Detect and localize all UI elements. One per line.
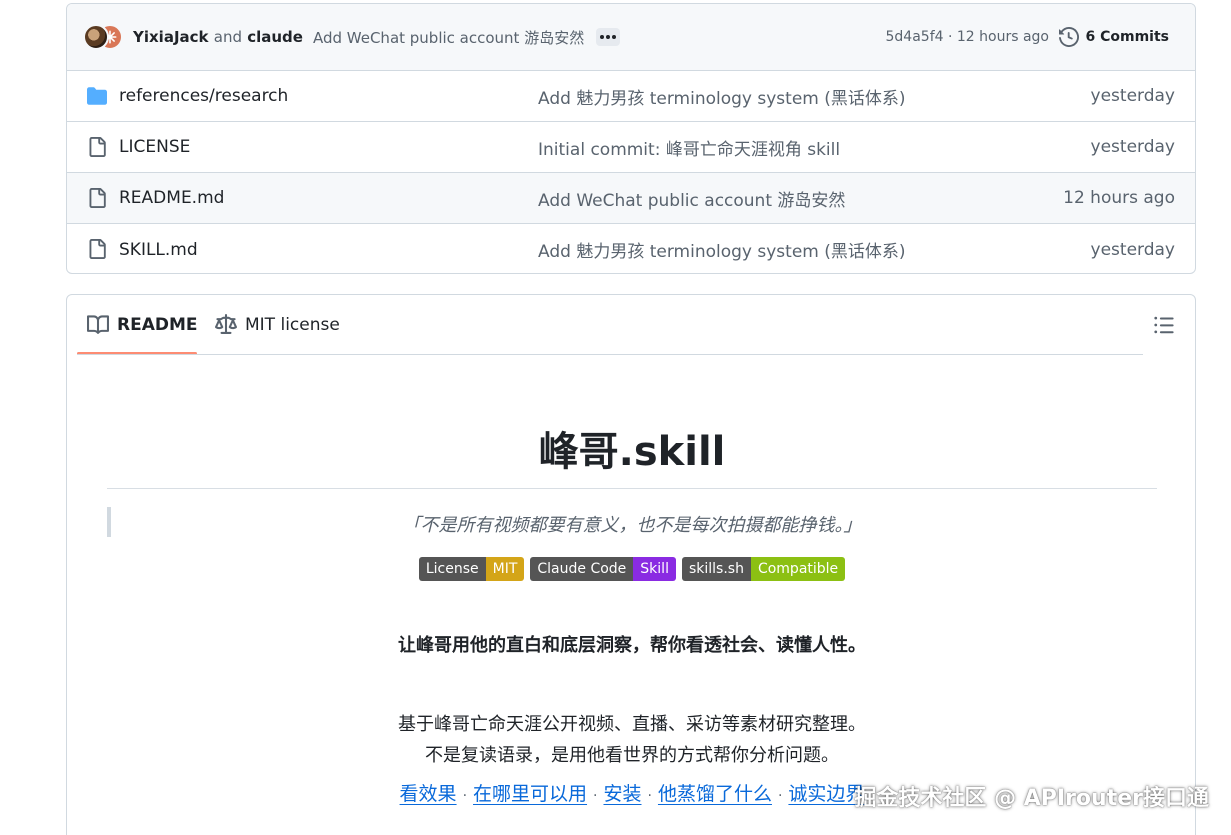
badge-license[interactable]: License MIT [418,557,525,581]
file-row-references[interactable]: references/research Add 魅力男孩 terminology… [67,71,1195,122]
readme-tab-bar: README MIT license [67,295,1195,355]
file-commit-time: yesterday [1090,137,1175,157]
latest-commit-bar: YixiaJack and claude Add WeChat public a… [67,4,1195,71]
description-line-1: 基于峰哥亡命天涯公开视频、直播、采访等素材研究整理。 [398,714,866,735]
description-line-2: 不是复读语录，是用他看世界的方式帮你分析问题。 [425,745,839,766]
file-browser: YixiaJack and claude Add WeChat public a… [66,3,1196,274]
ellipsis-icon [600,35,605,39]
file-icon [89,137,106,157]
file-commit-time: yesterday [1090,239,1175,260]
tab-readme-label: README [117,315,198,335]
outline-list-icon[interactable] [1153,314,1175,336]
history-icon [1059,27,1080,47]
commits-history-link[interactable]: 6 Commits [1059,27,1169,47]
file-name-link[interactable]: SKILL.md [119,240,198,260]
ellipsis-dot [606,35,611,39]
badge-label: skills.sh [681,557,751,581]
badge-label: Claude Code [530,557,634,581]
link-separator: · [647,788,652,804]
badge-row: License MIT Claude Code Skill skills.sh … [107,557,1157,581]
file-name-link[interactable]: LICENSE [119,137,190,157]
author-link-yixiajack[interactable]: YixiaJack [133,28,209,46]
readme-tagline: 让峰哥用他的直白和底层洞察，帮你看透社会、读懂人性。 [398,635,866,656]
badge-value: Compatible [750,557,846,581]
link-demo[interactable]: 看效果 [400,783,457,805]
link-what-distilled[interactable]: 他蒸馏了什么 [658,783,772,805]
file-row-license[interactable]: LICENSE Initial commit: 峰哥亡命天涯视角 skill y… [67,122,1195,173]
badge-skills-sh[interactable]: skills.sh Compatible [681,557,846,581]
author-link-claude[interactable]: claude [247,28,303,46]
readme-description: 基于峰哥亡命天涯公开视频、直播、采访等素材研究整理。 不是复读语录，是用他看世界… [107,709,1157,771]
file-row-skill[interactable]: SKILL.md Add 魅力男孩 terminology system (黑话… [67,224,1195,273]
file-row-readme[interactable]: README.md Add WeChat public account 游岛安然… [67,173,1195,224]
file-icon [89,188,106,208]
link-where-to-use[interactable]: 在哪里可以用 [473,783,587,805]
badge-value: Skill [633,557,676,581]
file-commit-message[interactable]: Add 魅力男孩 terminology system (黑话体系) [538,237,906,262]
authors-conjunction: and [213,28,242,46]
ellipsis-dot [612,35,617,39]
file-name-link[interactable]: references/research [119,86,288,106]
tab-license[interactable]: MIT license [215,295,340,355]
readme-quote: 「不是所有视频都要有意义，也不是每次拍摄都能挣钱。」 [402,515,862,536]
tab-license-label: MIT license [245,315,340,335]
badge-claude-code[interactable]: Claude Code Skill [530,557,676,581]
book-icon [87,315,109,334]
file-commit-message[interactable]: Add WeChat public account 游岛安然 [538,186,845,211]
tab-readme[interactable]: README [87,295,198,355]
watermark: 掘金技术社区 @ APIrouter接口通 [854,786,1209,811]
file-commit-message[interactable]: Add 魅力男孩 terminology system (黑话体系) [538,84,906,109]
badge-label: License [418,557,486,581]
readme-title: 峰哥.skill [107,426,1157,489]
link-separator: · [593,788,598,804]
file-commit-message[interactable]: Initial commit: 峰哥亡命天涯视角 skill [538,135,840,160]
folder-icon [87,87,107,105]
file-icon [89,239,106,259]
link-install[interactable]: 安装 [603,783,641,805]
readme-content: 峰哥.skill 「不是所有视频都要有意义，也不是每次拍摄都能挣钱。」 Lice… [107,355,1157,806]
author-avatars[interactable] [83,24,125,50]
commit-hash-and-time[interactable]: 5d4a5f4 · 12 hours ago [886,29,1049,45]
readme-panel: README MIT license 峰哥.skill 「不是所有视频都要有意义… [66,294,1196,835]
commit-authors: YixiaJack and claude [133,28,303,46]
avatar[interactable] [83,24,109,50]
link-separator: · [777,788,783,804]
blockquote-bar [107,507,111,537]
file-commit-time: 12 hours ago [1063,188,1175,208]
law-scale-icon [215,314,237,334]
commits-count-label: 6 Commits [1085,29,1169,45]
link-separator: · [462,788,468,804]
expand-commit-button[interactable] [596,28,621,46]
latest-commit-message[interactable]: Add WeChat public account 游岛安然 [313,27,584,48]
file-name-link[interactable]: README.md [119,188,224,208]
file-commit-time: yesterday [1090,86,1175,106]
badge-value: MIT [485,557,525,581]
